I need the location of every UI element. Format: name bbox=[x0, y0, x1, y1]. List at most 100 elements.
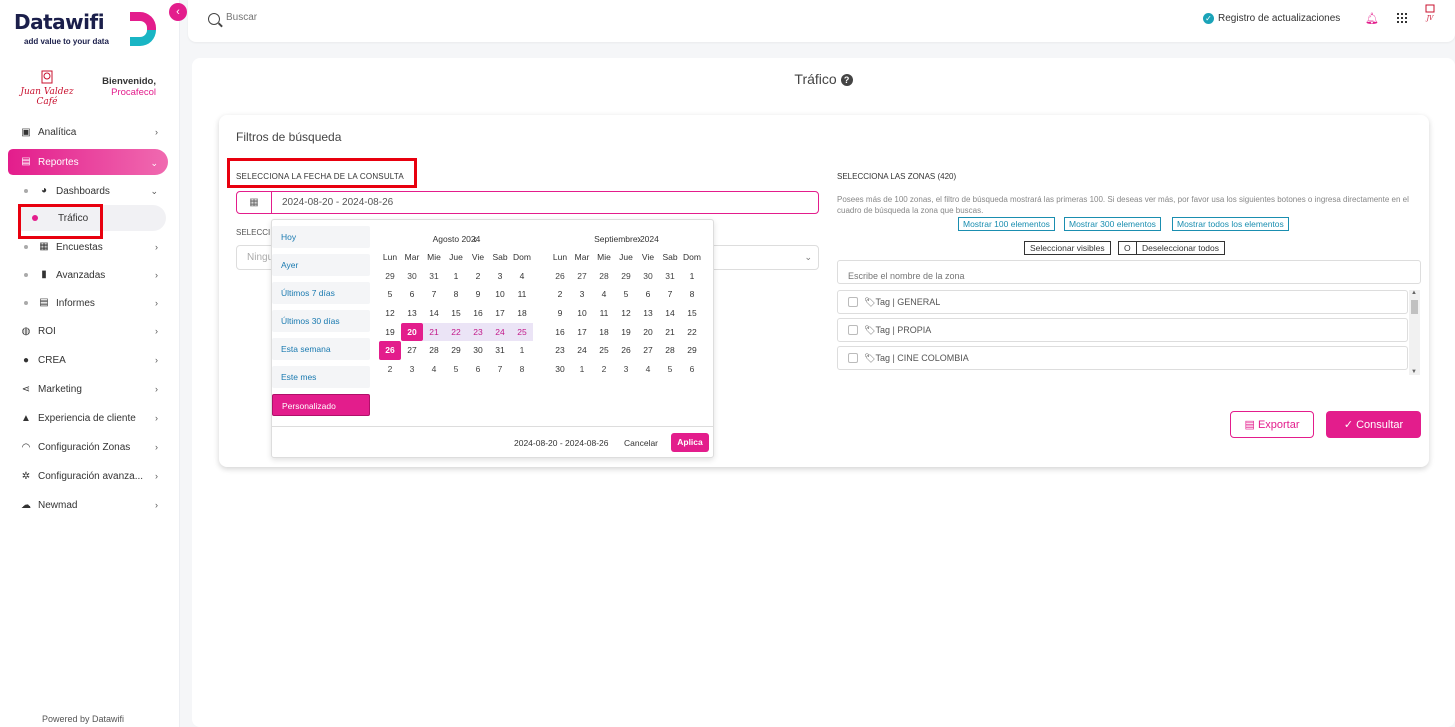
list-item[interactable]: 🏷︎ Tag | CINE COLOMBIA bbox=[837, 346, 1408, 370]
calendar-day[interactable]: 11 bbox=[511, 285, 533, 304]
sidebar-item-newmad[interactable]: ☁ Newmad › bbox=[0, 491, 180, 520]
list-item[interactable]: 🏷︎ Tag | GENERAL bbox=[837, 290, 1408, 314]
calendar-day[interactable]: 10 bbox=[571, 304, 593, 323]
calendar-day[interactable]: 26 bbox=[615, 341, 637, 360]
calendar-day[interactable]: 19 bbox=[615, 323, 637, 342]
calendar-day[interactable]: 12 bbox=[615, 304, 637, 323]
calendar-day[interactable]: 7 bbox=[659, 285, 681, 304]
sidebar-item-config-zonas[interactable]: ◠ Configuración Zonas › bbox=[0, 433, 180, 462]
range-this-month[interactable]: Este mes bbox=[272, 366, 370, 388]
calendar-day[interactable]: 2 bbox=[593, 360, 615, 379]
calendar-day[interactable]: 30 bbox=[401, 267, 423, 286]
calendar-day[interactable]: 29 bbox=[681, 341, 703, 360]
calendar-day[interactable]: 2 bbox=[549, 285, 571, 304]
calendar-day[interactable]: 4 bbox=[511, 267, 533, 286]
calendar-day[interactable]: 24 bbox=[489, 322, 511, 342]
calendar-day[interactable]: 1 bbox=[511, 341, 533, 360]
calendar-day[interactable]: 9 bbox=[467, 285, 489, 304]
sidebar-item-reportes[interactable]: ▤ Reportes ⌄ bbox=[8, 149, 168, 175]
checkbox[interactable] bbox=[848, 297, 858, 307]
calendar-day[interactable]: 2 bbox=[379, 360, 401, 379]
calendar-day[interactable]: 17 bbox=[571, 323, 593, 342]
calendar-day[interactable]: 31 bbox=[489, 341, 511, 360]
calendar-day[interactable]: 25 bbox=[593, 341, 615, 360]
calendar-day[interactable]: 4 bbox=[593, 285, 615, 304]
range-this-week[interactable]: Esta semana bbox=[272, 338, 370, 360]
range-custom[interactable]: Personalizado bbox=[272, 394, 370, 416]
calendar-day[interactable]: 26 bbox=[549, 267, 571, 286]
calendar-day[interactable]: 8 bbox=[445, 285, 467, 304]
calendar-day[interactable]: 1 bbox=[681, 267, 703, 286]
calendar-day[interactable]: 9 bbox=[549, 304, 571, 323]
calendar-day[interactable]: 29 bbox=[615, 267, 637, 286]
zone-search-input[interactable] bbox=[837, 260, 1421, 284]
show-100-button[interactable]: Mostrar 100 elementos bbox=[958, 217, 1055, 231]
scroll-thumb[interactable] bbox=[1411, 300, 1418, 314]
calendar-day[interactable]: 8 bbox=[681, 285, 703, 304]
calendar-day[interactable]: 4 bbox=[423, 360, 445, 379]
show-300-button[interactable]: Mostrar 300 elementos bbox=[1064, 217, 1161, 231]
calendar-day[interactable]: 13 bbox=[401, 304, 423, 323]
apps-grid-icon[interactable] bbox=[1397, 13, 1407, 23]
updates-link[interactable]: ✓ Registro de actualizaciones bbox=[1203, 13, 1340, 24]
export-button[interactable]: ▤ Exportar bbox=[1230, 411, 1314, 438]
collapse-sidebar-button[interactable]: ‹ bbox=[169, 3, 187, 21]
calendar-day[interactable]: 29 bbox=[379, 267, 401, 286]
calendar-day[interactable]: 29 bbox=[445, 341, 467, 360]
calendar-day[interactable]: 6 bbox=[467, 360, 489, 379]
deselect-all-button[interactable]: Deseleccionar todos bbox=[1136, 241, 1226, 255]
checkbox[interactable] bbox=[848, 353, 858, 363]
help-icon[interactable]: ? bbox=[840, 74, 853, 86]
calendar-day[interactable]: 6 bbox=[681, 360, 703, 379]
cancel-button[interactable]: Cancelar bbox=[624, 438, 658, 448]
calendar-day[interactable]: 1 bbox=[571, 360, 593, 379]
calendar-day[interactable]: 30 bbox=[467, 341, 489, 360]
calendar-day[interactable]: 28 bbox=[659, 341, 681, 360]
calendar-day[interactable]: 11 bbox=[593, 304, 615, 323]
date-range-input[interactable] bbox=[272, 192, 818, 213]
calendar-day[interactable]: 6 bbox=[401, 285, 423, 304]
calendar-day[interactable]: 23 bbox=[467, 322, 489, 342]
datawifi-logo[interactable]: Datawifi add value to your data bbox=[14, 10, 164, 52]
range-ayer[interactable]: Ayer bbox=[272, 254, 370, 276]
scroll-up-icon[interactable]: ▲ bbox=[1411, 290, 1417, 296]
calendar-day[interactable]: 2 bbox=[467, 267, 489, 286]
calendar-day[interactable]: 16 bbox=[549, 323, 571, 342]
calendar-day[interactable]: 27 bbox=[571, 267, 593, 286]
sidebar-item-informes[interactable]: ▤ Informes › bbox=[0, 289, 180, 317]
calendar-day[interactable]: 8 bbox=[511, 360, 533, 379]
calendar-day[interactable]: 14 bbox=[423, 304, 445, 323]
calendar-day[interactable]: 6 bbox=[637, 285, 659, 304]
calendar-day[interactable]: 27 bbox=[637, 341, 659, 360]
calendar-day[interactable]: 20 bbox=[401, 322, 423, 342]
zone-list-scrollbar[interactable]: ▲ ▼ bbox=[1409, 290, 1420, 375]
calendar-day[interactable]: 26 bbox=[379, 341, 401, 361]
calendar-day[interactable]: 3 bbox=[571, 285, 593, 304]
calendar-day[interactable]: 22 bbox=[681, 323, 703, 342]
prev-month-icon[interactable]: ‹ bbox=[385, 230, 565, 248]
select-visible-button[interactable]: Seleccionar visibles bbox=[1024, 241, 1111, 255]
sidebar-item-analitica[interactable]: ▣ Analítica › bbox=[0, 118, 180, 147]
sidebar-item-roi[interactable]: ◍ ROI › bbox=[0, 317, 180, 346]
calendar-day[interactable]: 31 bbox=[423, 267, 445, 286]
calendar-day[interactable]: 5 bbox=[659, 360, 681, 379]
consult-button[interactable]: ✓ Consultar bbox=[1326, 411, 1421, 438]
calendar-day[interactable]: 30 bbox=[637, 267, 659, 286]
calendar-day[interactable]: 15 bbox=[681, 304, 703, 323]
apply-button[interactable]: Aplica bbox=[671, 433, 709, 452]
calendar-day[interactable]: 27 bbox=[401, 341, 423, 360]
calendar-day[interactable]: 7 bbox=[423, 285, 445, 304]
range-hoy[interactable]: Hoy bbox=[272, 226, 370, 248]
sidebar-item-marketing[interactable]: ⋖ Marketing › bbox=[0, 375, 180, 404]
calendar-day[interactable]: 21 bbox=[659, 323, 681, 342]
calendar-day[interactable]: 31 bbox=[659, 267, 681, 286]
calendar-day[interactable]: 30 bbox=[549, 360, 571, 379]
calendar-day[interactable]: 17 bbox=[489, 304, 511, 323]
calendar-day[interactable]: 18 bbox=[511, 304, 533, 323]
next-month-icon[interactable]: › bbox=[549, 230, 729, 248]
calendar-day[interactable]: 10 bbox=[489, 285, 511, 304]
calendar-day[interactable]: 25 bbox=[511, 322, 533, 342]
calendar-day[interactable]: 20 bbox=[637, 323, 659, 342]
checkbox[interactable] bbox=[848, 325, 858, 335]
calendar-day[interactable]: 28 bbox=[593, 267, 615, 286]
